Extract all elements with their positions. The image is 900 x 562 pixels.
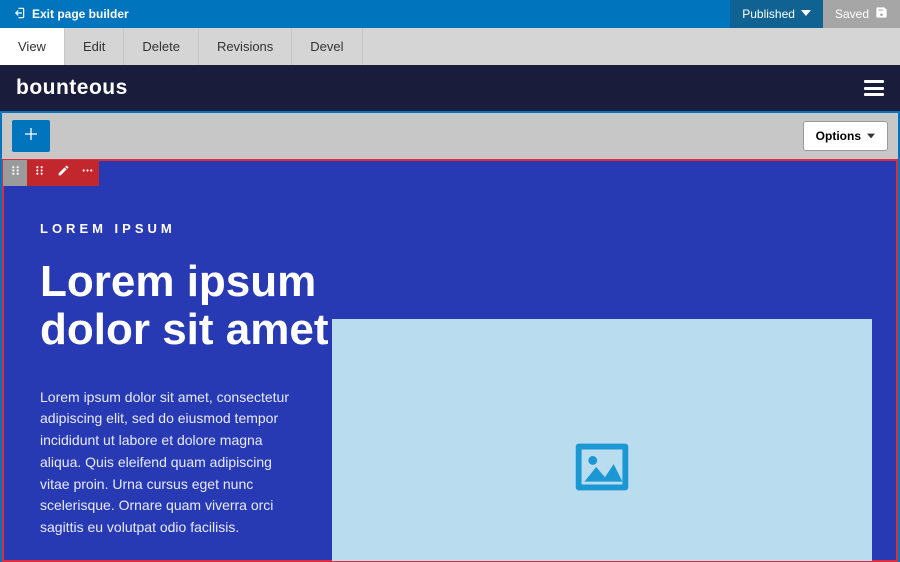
exit-label: Exit page builder xyxy=(32,7,129,21)
ellipsis-icon xyxy=(81,164,94,182)
drag-dots-icon xyxy=(33,164,46,182)
caret-down-icon xyxy=(867,129,875,143)
builder-toolbar: Options xyxy=(2,113,898,159)
publish-status-dropdown[interactable]: Published xyxy=(730,0,823,28)
site-header: bounteous xyxy=(0,65,900,111)
chevron-down-icon xyxy=(801,7,811,21)
drag-handle-row[interactable] xyxy=(3,160,27,186)
page-builder-frame: Options xyxy=(0,111,900,562)
hero-body-text: Lorem ipsum dolor sit amet, consectetur … xyxy=(40,387,300,539)
drag-dots-icon xyxy=(9,164,22,182)
tab-devel[interactable]: Devel xyxy=(292,28,362,65)
more-actions-button[interactable] xyxy=(75,160,99,186)
hero-image-placeholder[interactable] xyxy=(332,319,872,562)
options-label: Options xyxy=(816,129,861,143)
drag-handle-block[interactable] xyxy=(27,160,51,186)
saved-status: Saved xyxy=(823,0,900,28)
hero-eyebrow: LOREM IPSUM xyxy=(40,221,896,236)
image-placeholder-icon xyxy=(561,432,643,507)
hero-headline: Lorem ipsum dolor sit amet xyxy=(40,258,340,355)
admin-bar: Exit page builder Published Saved xyxy=(0,0,900,28)
builder-canvas[interactable]: LOREM IPSUM Lorem ipsum dolor sit amet L… xyxy=(2,159,898,562)
save-icon xyxy=(875,6,888,22)
local-tasks-tabs: View Edit Delete Revisions Devel xyxy=(0,28,900,65)
tab-delete[interactable]: Delete xyxy=(124,28,199,65)
tab-edit[interactable]: Edit xyxy=(65,28,124,65)
publish-status-label: Published xyxy=(742,7,795,21)
options-dropdown[interactable]: Options xyxy=(803,121,888,151)
block-contextual-tools xyxy=(3,160,99,186)
add-component-button[interactable] xyxy=(12,120,50,152)
plus-icon xyxy=(23,126,39,147)
hero-block[interactable]: LOREM IPSUM Lorem ipsum dolor sit amet L… xyxy=(3,160,897,561)
admin-spacer xyxy=(141,0,731,28)
pencil-icon xyxy=(57,164,70,182)
menu-hamburger-icon[interactable] xyxy=(864,80,884,96)
tab-revisions[interactable]: Revisions xyxy=(199,28,292,65)
site-logo-text: bounteous xyxy=(16,76,128,100)
exit-page-builder-button[interactable]: Exit page builder xyxy=(0,0,141,28)
saved-label: Saved xyxy=(835,7,869,21)
exit-icon xyxy=(12,6,26,23)
tab-view[interactable]: View xyxy=(0,28,65,65)
edit-block-button[interactable] xyxy=(51,160,75,186)
